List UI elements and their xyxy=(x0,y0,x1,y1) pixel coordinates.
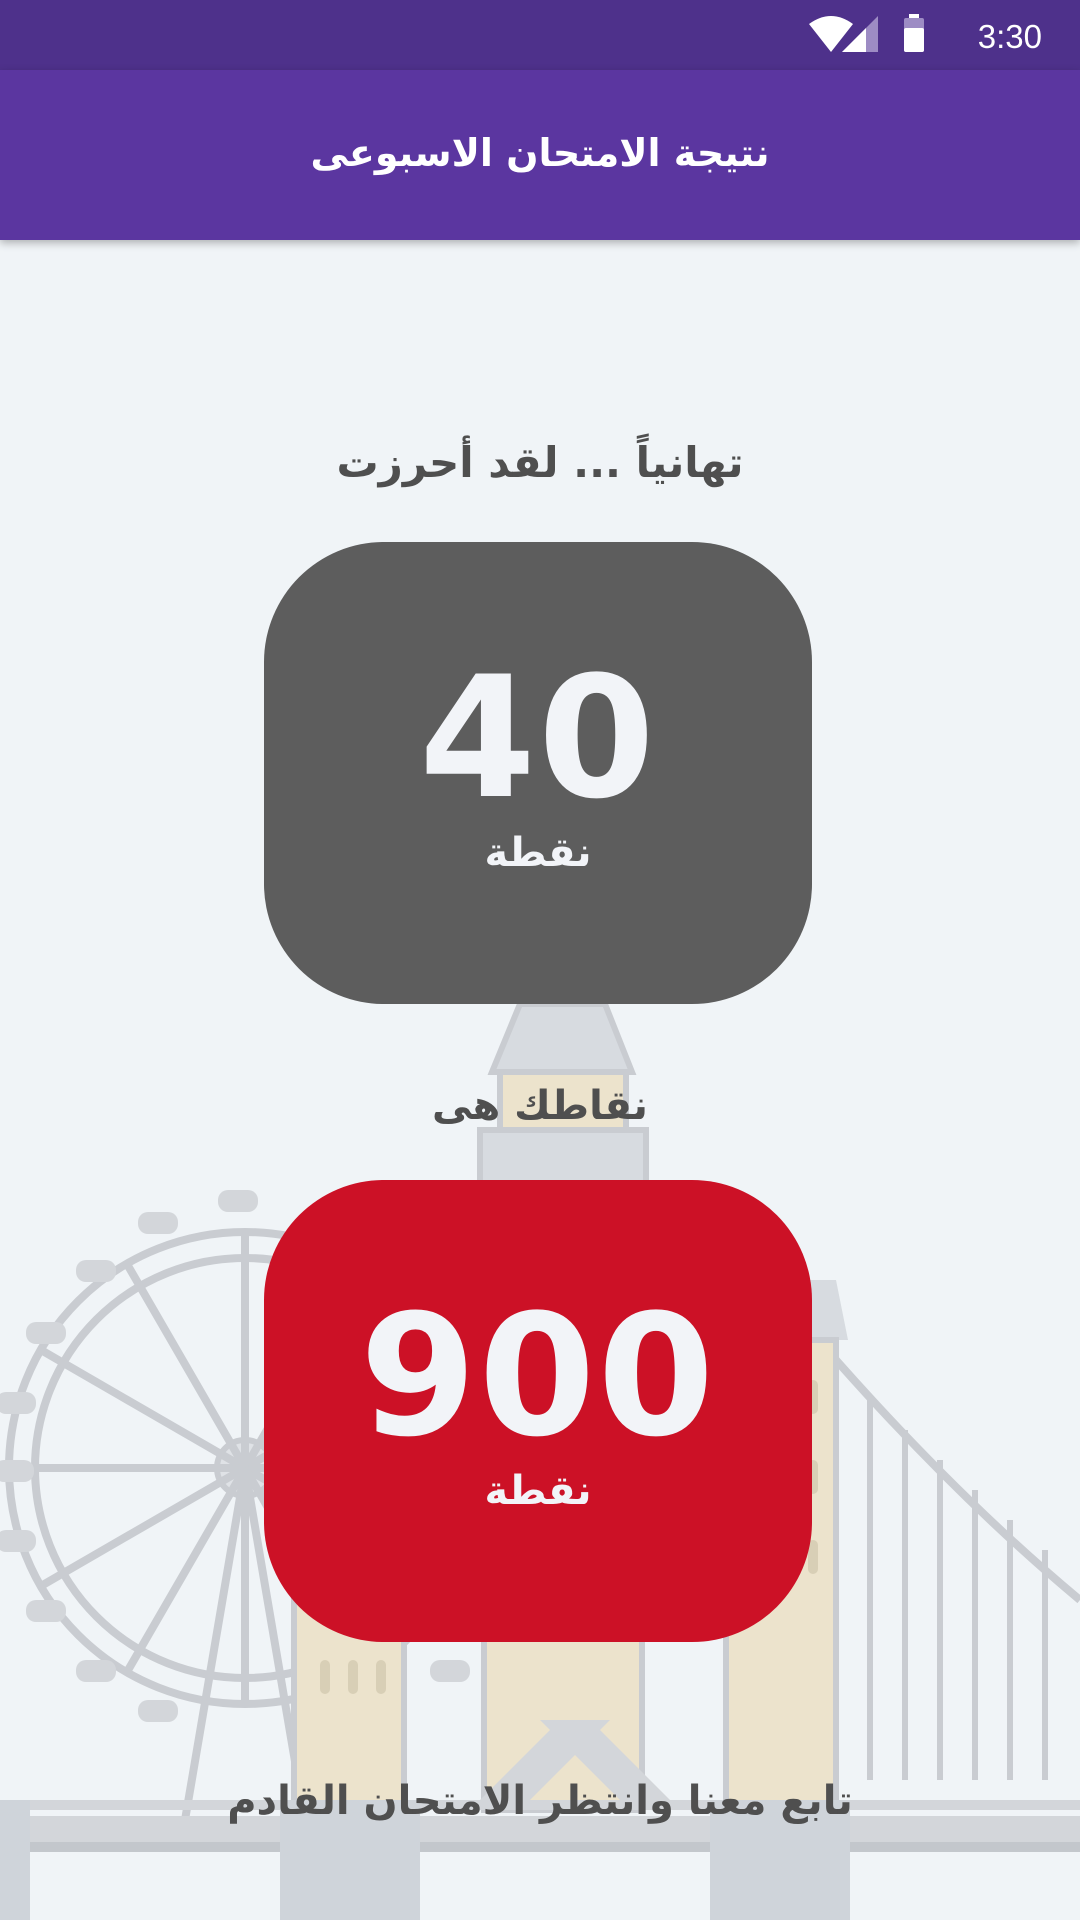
app-bar: نتيجة الامتحان الاسبوعى xyxy=(0,70,1080,240)
result-content: تهانياً ... لقد أحرزت 40 نقطة نقاطك هى 9… xyxy=(0,0,1080,1920)
total-points-unit: نقطة xyxy=(484,1468,592,1514)
total-points-label: نقاطك هى xyxy=(432,1083,648,1129)
total-points-card: 900 نقطة xyxy=(264,1180,812,1642)
page-title: نتيجة الامتحان الاسبوعى xyxy=(310,131,770,175)
congrats-text: تهانياً ... لقد أحرزت xyxy=(336,438,744,487)
exam-score-unit: نقطة xyxy=(484,830,592,876)
total-points-value: 900 xyxy=(359,1278,717,1474)
exam-score-card: 40 نقطة xyxy=(264,542,812,1004)
footer-text: تابع معنا وانتظر الامتحان القادم xyxy=(227,1778,853,1824)
exam-score-value: 40 xyxy=(419,640,657,836)
